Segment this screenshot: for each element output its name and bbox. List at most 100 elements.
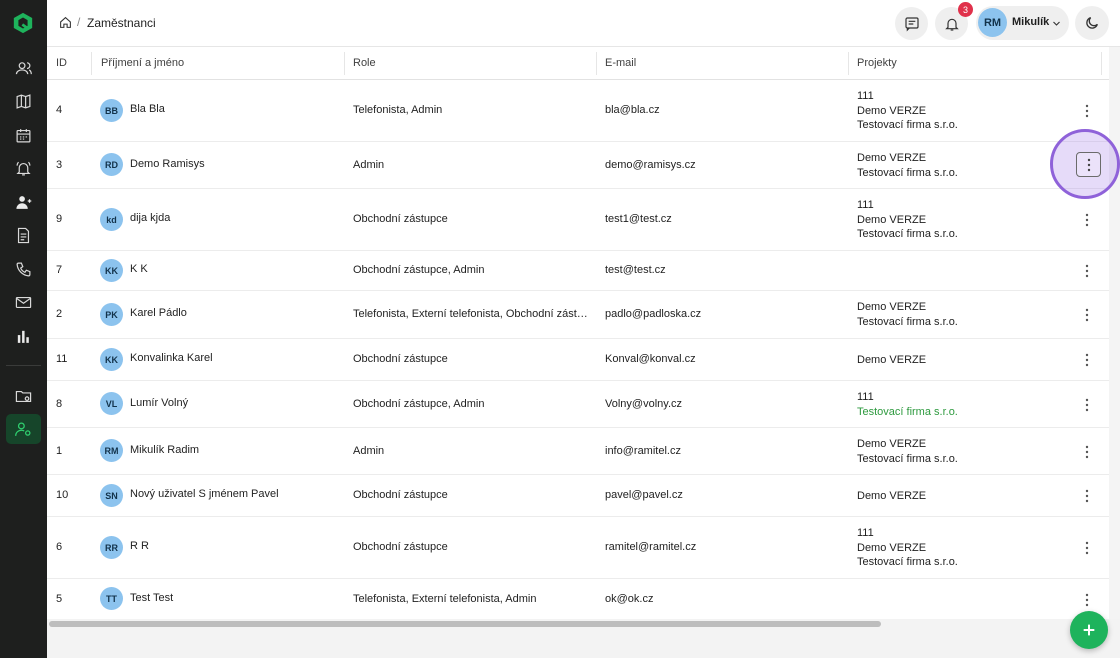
table-row[interactable]: 7 KK K K Obchodní zástupce, Admin test@t… [47,251,1109,291]
sidebar-item-employees[interactable] [6,187,41,217]
horizontal-scrollbar-thumb[interactable] [49,621,881,627]
user-add-icon [16,195,32,209]
sidebar [0,0,47,658]
cell-name: Lumír Volný [130,397,189,409]
cell-email: bla@bla.cz [605,104,660,116]
row-actions-button[interactable] [1082,398,1092,412]
sidebar-item-alerts[interactable] [6,153,41,183]
column-header-role[interactable]: Role [353,57,376,69]
vertical-scrollbar[interactable] [1109,47,1120,619]
project-item: Testovací firma s.r.o. [857,166,958,179]
column-header-email[interactable]: E-mail [605,57,636,69]
project-item: Demo VERZE [857,213,927,226]
cell-role: Obchodní zástupce [353,541,448,553]
table-row[interactable]: 4 BB Bla Bla Telefonista, Admin bla@bla.… [47,80,1109,142]
user-name: Mikulík [1012,16,1050,28]
row-actions-button[interactable] [1082,213,1092,227]
column-divider[interactable] [1101,52,1102,75]
cell-name: Bla Bla [130,103,165,115]
avatar: BB [100,99,123,122]
row-actions-button[interactable] [1082,445,1092,459]
project-item-highlighted: Testovací firma s.r.o. [857,405,958,418]
column-header-id[interactable]: ID [56,57,67,69]
user-settings-icon [15,421,31,436]
table-row[interactable]: 11 KK Konvalinka Karel Obchodní zástupce… [47,339,1109,381]
sidebar-item-mail[interactable] [6,287,41,317]
column-header-name[interactable]: Příjmení a jméno [101,57,184,69]
table-row[interactable]: 3 RD Demo Ramisys Admin demo@ramisys.cz … [47,142,1109,189]
map-icon [16,93,31,109]
add-employee-button[interactable] [1070,611,1108,649]
project-item: Demo VERZE [857,104,927,117]
column-divider[interactable] [344,52,345,75]
cell-id: 6 [56,541,63,553]
project-item: Demo VERZE [857,541,927,554]
cell-id: 3 [56,159,63,171]
row-actions-button[interactable] [1082,308,1092,322]
home-icon[interactable] [59,16,72,29]
table-row[interactable]: 1 RM Mikulík Radim Admin info@ramitel.cz… [47,428,1109,475]
table-row[interactable]: 6 RR R R Obchodní zástupce ramitel@ramit… [47,517,1109,579]
cell-id: 1 [56,445,63,457]
user-menu-button[interactable]: RM Mikulík [976,6,1069,40]
kebab-icon [1085,541,1089,555]
row-actions-button[interactable] [1082,264,1092,278]
row-actions-button[interactable] [1082,541,1092,555]
chevron-down-icon [1053,21,1060,26]
row-actions-button-focused[interactable] [1076,152,1101,177]
sidebar-item-projects[interactable] [6,381,41,411]
avatar: VL [100,392,123,415]
table-row[interactable]: 5 TT Test Test Telefonista, Externí tele… [47,579,1109,619]
kebab-icon [1085,264,1089,278]
project-item: 111 [857,199,874,211]
sidebar-item-map[interactable] [6,86,41,116]
sidebar-item-documents[interactable] [6,220,41,250]
logo-icon[interactable] [12,12,34,34]
sidebar-item-calendar[interactable] [6,120,41,150]
cell-id: 7 [56,264,63,276]
cell-role: Obchodní zástupce [353,353,448,365]
avatar: kd [100,208,123,231]
project-item: Demo VERZE [857,301,927,313]
kebab-icon [1085,213,1089,227]
chart-icon [17,330,29,343]
column-divider[interactable] [848,52,849,75]
row-actions-button[interactable] [1082,353,1092,367]
folder-settings-icon [15,390,32,402]
cell-name: R R [130,540,149,552]
project-item: Testovací firma s.r.o. [857,119,958,131]
table-row[interactable]: 9 kd dija kjda Obchodní zástupce test1@t… [47,189,1109,251]
project-item: 111 [857,391,874,403]
sidebar-item-user-settings[interactable] [6,414,41,444]
cell-role: Admin [353,445,385,457]
cell-id: 9 [56,213,63,225]
row-actions-button[interactable] [1082,104,1092,118]
cell-name: Mikulík Radim [130,444,200,456]
column-divider[interactable] [596,52,597,75]
project-item: Testovací firma s.r.o. [857,228,958,240]
sidebar-item-users[interactable] [6,53,41,83]
sidebar-item-stats[interactable] [6,321,41,351]
row-actions-button[interactable] [1082,489,1092,503]
avatar: RM [978,8,1007,37]
column-header-projects[interactable]: Projekty [857,57,897,69]
table-row[interactable]: 8 VL Lumír Volný Obchodní zástupce, Admi… [47,381,1109,428]
avatar: RD [100,153,123,176]
theme-toggle-button[interactable] [1075,6,1109,40]
cell-email: test@test.cz [605,264,666,276]
document-icon [17,227,30,243]
row-actions-button[interactable] [1082,593,1092,607]
project-item: Demo VERZE [857,490,927,502]
messages-button[interactable] [895,7,928,40]
cell-role: Admin [353,159,385,171]
kebab-icon [1085,445,1089,459]
cell-projects: Demo VERZE Testovací firma s.r.o. [857,151,958,180]
cell-role: Obchodní zástupce [353,489,448,501]
table-row[interactable]: 10 SN Nový uživatel S jménem Pavel Obcho… [47,475,1109,517]
cell-name: Demo Ramisys [130,158,205,170]
table-row[interactable]: 2 PK Karel Pádlo Telefonista, Externí te… [47,291,1109,339]
kebab-icon [1085,104,1089,118]
sidebar-item-calls[interactable] [6,254,41,284]
column-divider[interactable] [91,52,92,75]
cell-email: info@ramitel.cz [605,445,681,457]
